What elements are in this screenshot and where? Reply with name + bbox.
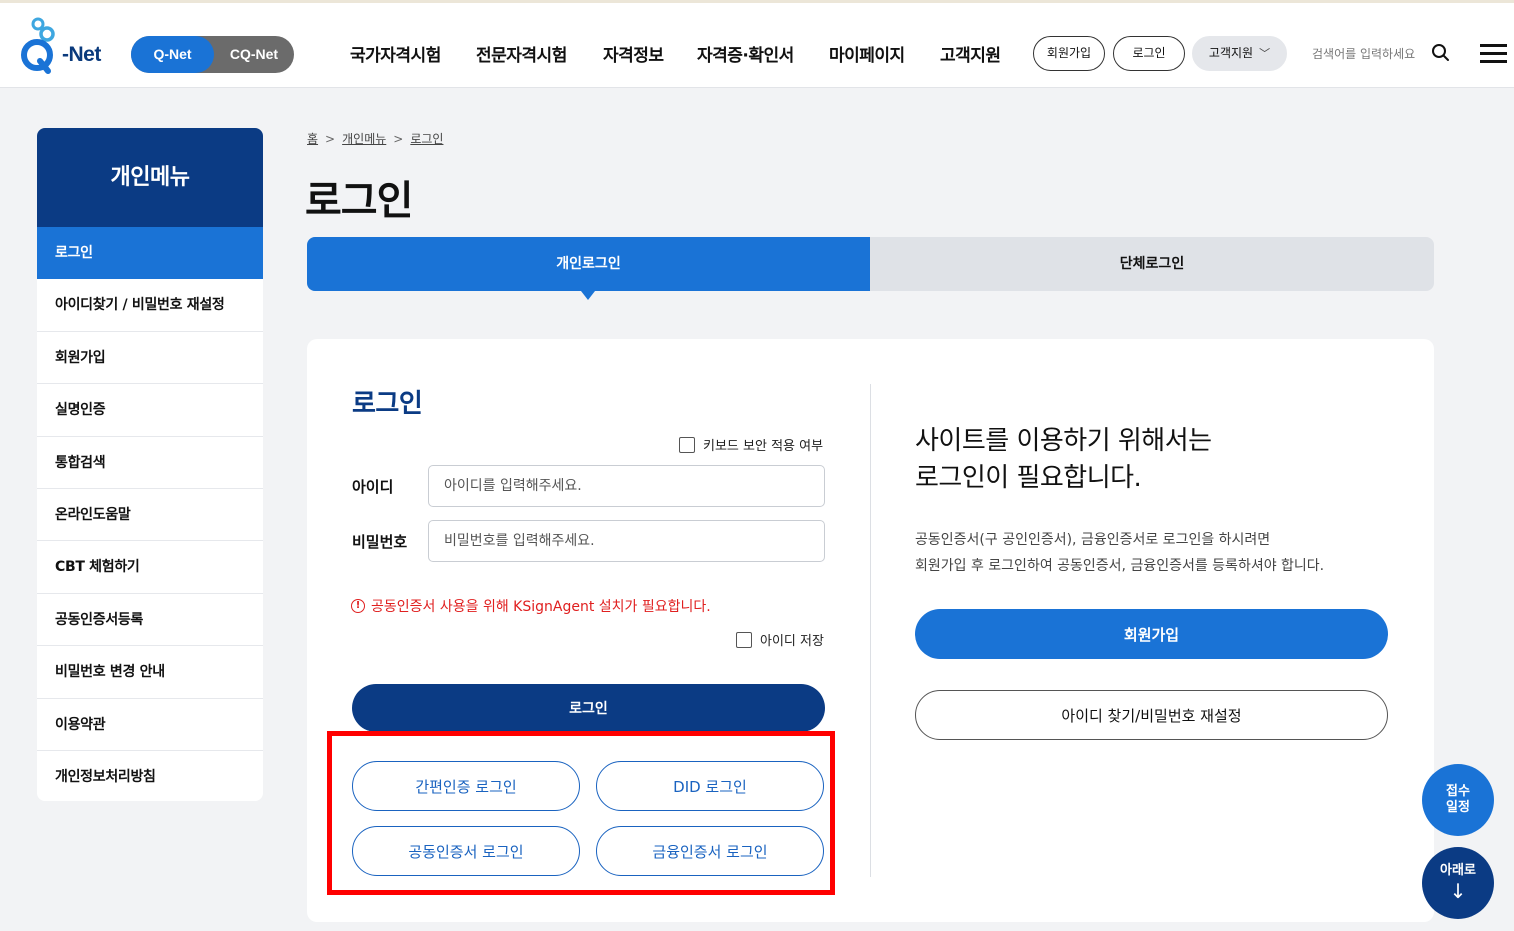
sidebar-item-terms[interactable]: 이용약관: [37, 699, 263, 751]
sidebar-item-cert-register[interactable]: 공동인증서등록: [37, 594, 263, 647]
breadcrumb-home[interactable]: 홈: [307, 132, 318, 146]
password-label: 비밀번호: [352, 533, 408, 551]
sidebar-item-cbt[interactable]: CBT 체험하기: [37, 541, 263, 594]
sidebar: 개인메뉴 로그인 아이디찾기 / 비밀번호 재설정 회원가입 실명인증 통합검색…: [37, 128, 263, 801]
find-id-password-button[interactable]: 아이디 찾기/비밀번호 재설정: [915, 690, 1388, 740]
header-support-dropdown[interactable]: 고객지원 ﹀: [1192, 36, 1287, 71]
switch-cqnet[interactable]: CQ-Net: [214, 36, 294, 73]
schedule-label-line1: 접수: [1446, 784, 1470, 799]
menu-icon[interactable]: [1480, 44, 1507, 64]
breadcrumb-separator: >: [393, 132, 404, 146]
cert-description-line2: 회원가입 후 로그인하여 공동인증서, 금융인증서를 등록하셔야 합니다.: [915, 558, 1325, 574]
chevron-down-icon: ﹀: [1259, 47, 1271, 60]
id-label: 아이디: [352, 478, 394, 496]
ksign-warning: ! 공동인증서 사용을 위해 KSignAgent 설치가 필요합니다.: [351, 596, 711, 616]
switch-qnet[interactable]: Q-Net: [131, 36, 214, 73]
joint-cert-login-button[interactable]: 공동인증서 로그인: [352, 826, 580, 876]
breadcrumb-personal-menu[interactable]: 개인메뉴: [342, 132, 386, 146]
page-title: 로그인: [305, 178, 413, 224]
keyboard-security-label: 키보드 보안 적용 여부: [703, 439, 824, 454]
scroll-down-label: 아래로: [1440, 863, 1476, 878]
login-card: 로그인 키보드 보안 적용 여부 아이디 비밀번호 ! 공동인증서 사용을 위해…: [307, 339, 1434, 922]
qnet-logo-icon: [21, 17, 55, 74]
nav-professional-exam[interactable]: 전문자격시험: [476, 41, 567, 66]
sidebar-item-find-id[interactable]: 아이디찾기 / 비밀번호 재설정: [37, 279, 263, 332]
site-switch: Q-Net CQ-Net: [131, 36, 294, 73]
cert-description-line1: 공동인증서(구 공인인증서), 금융인증서로 로그인을 하시려면: [915, 532, 1271, 548]
search-input[interactable]: 검색어를 입력하세요: [1312, 45, 1415, 62]
breadcrumb: 홈 > 개인메뉴 > 로그인: [307, 130, 443, 147]
sidebar-title: 개인메뉴: [37, 128, 263, 227]
qnet-logo[interactable]: -Net: [18, 17, 108, 77]
checkbox-box[interactable]: [736, 631, 752, 648]
nav-national-exam[interactable]: 국가자격시험: [350, 41, 441, 66]
scroll-down-button[interactable]: 아래로 ↓: [1422, 847, 1494, 919]
password-input[interactable]: [428, 520, 825, 562]
warning-icon: !: [351, 599, 365, 613]
warning-text: 공동인증서 사용을 위해 KSignAgent 설치가 필요합니다.: [371, 599, 711, 615]
header-join-button[interactable]: 회원가입: [1033, 36, 1105, 71]
search-icon[interactable]: [1431, 43, 1451, 63]
logo-text: -Net: [62, 43, 101, 66]
join-button[interactable]: 회원가입: [915, 609, 1388, 659]
id-input[interactable]: [428, 465, 825, 507]
nav-mypage[interactable]: 마이페이지: [829, 41, 905, 66]
breadcrumb-login[interactable]: 로그인: [410, 132, 443, 146]
save-id-label: 아이디 저장: [760, 634, 824, 649]
login-button[interactable]: 로그인: [352, 684, 825, 732]
sidebar-item-real-name[interactable]: 실명인증: [37, 384, 263, 437]
login-tabs: 개인로그인 단체로그인: [307, 237, 1434, 300]
login-required-line2: 로그인이 필요합니다.: [915, 463, 1142, 493]
save-id-checkbox[interactable]: 아이디 저장: [736, 630, 824, 649]
card-divider: [870, 384, 871, 877]
tab-personal-login[interactable]: 개인로그인: [307, 237, 870, 300]
sidebar-item-join[interactable]: 회원가입: [37, 332, 263, 385]
simple-auth-login-button[interactable]: 간편인증 로그인: [352, 761, 580, 811]
sidebar-item-help[interactable]: 온라인도움말: [37, 489, 263, 542]
nav-customer-support[interactable]: 고객지원: [940, 41, 1001, 66]
financial-cert-login-button[interactable]: 금융인증서 로그인: [596, 826, 824, 876]
arrow-down-icon: ↓: [1449, 879, 1467, 903]
nav-certificate[interactable]: 자격증·확인서: [697, 41, 794, 66]
schedule-float-button[interactable]: 접수 일정: [1422, 764, 1494, 836]
sidebar-item-login[interactable]: 로그인: [37, 227, 263, 280]
login-required-heading: 사이트를 이용하기 위해서는 로그인이 필요합니다.: [915, 423, 1212, 497]
support-dropdown-label: 고객지원: [1208, 46, 1254, 60]
schedule-label-line2: 일정: [1446, 800, 1470, 815]
breadcrumb-separator: >: [325, 132, 336, 146]
keyboard-security-checkbox[interactable]: 키보드 보안 적용 여부: [679, 435, 823, 454]
nav-qualification-info[interactable]: 자격정보: [603, 41, 664, 66]
cert-description: 공동인증서(구 공인인증서), 금융인증서로 로그인을 하시려면 회원가입 후 …: [915, 527, 1324, 579]
did-login-button[interactable]: DID 로그인: [596, 761, 824, 811]
sidebar-menu: 로그인 아이디찾기 / 비밀번호 재설정 회원가입 실명인증 통합검색 온라인도…: [37, 227, 263, 801]
header-login-button[interactable]: 로그인: [1113, 36, 1185, 71]
sidebar-item-password-guide[interactable]: 비밀번호 변경 안내: [37, 646, 263, 699]
checkbox-box[interactable]: [679, 436, 695, 453]
login-required-line1: 사이트를 이용하기 위해서는: [915, 426, 1212, 456]
sidebar-item-privacy[interactable]: 개인정보처리방침: [37, 751, 263, 801]
sidebar-item-search[interactable]: 통합검색: [37, 437, 263, 489]
tab-group-login[interactable]: 단체로그인: [870, 237, 1434, 291]
site-header: -Net Q-Net CQ-Net 국가자격시험 전문자격시험 자격정보 자격증…: [0, 0, 1514, 88]
login-heading: 로그인: [352, 389, 423, 419]
